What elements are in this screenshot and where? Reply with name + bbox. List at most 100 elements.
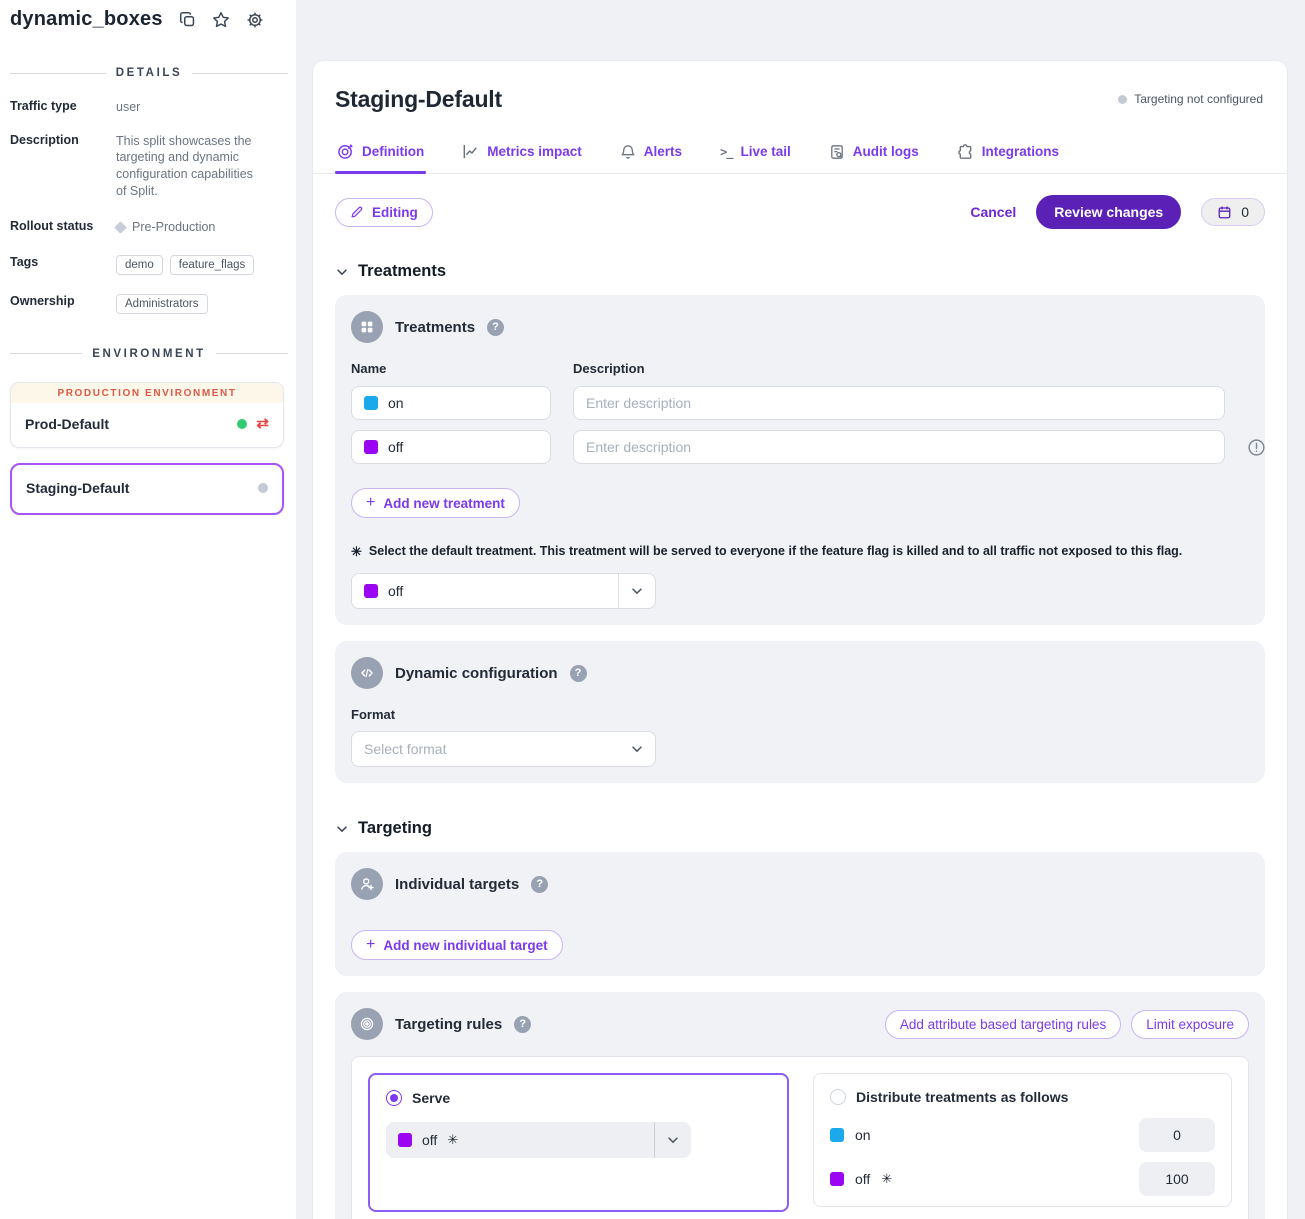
treatment-description-input-off[interactable]	[573, 430, 1225, 464]
rollout-status-label: Rollout status	[10, 219, 116, 236]
details-header: DETAILS	[10, 67, 288, 79]
tab-definition[interactable]: Definition	[335, 139, 426, 173]
treatment-description-input-on[interactable]	[573, 386, 1225, 420]
default-treatment-value: off	[388, 583, 403, 599]
tag-chip: feature_flags	[170, 255, 255, 275]
distribute-treatment-name: off	[855, 1171, 870, 1187]
format-select[interactable]: Select format	[351, 731, 656, 767]
limit-exposure-button[interactable]: Limit exposure	[1131, 1010, 1249, 1039]
add-new-treatment-label: Add new treatment	[383, 496, 505, 511]
code-icon	[351, 657, 383, 689]
default-treatment-select[interactable]: off	[351, 573, 656, 609]
scheduled-changes-button[interactable]: 0	[1201, 198, 1265, 226]
environment-card-prod[interactable]: PRODUCTION ENVIRONMENT Prod-Default ⇄	[10, 382, 284, 448]
treatments-panel: Treatments ? Name Description on off	[335, 295, 1265, 625]
distribute-percentage-input-off[interactable]: 100	[1139, 1162, 1215, 1196]
chevron-down-icon	[335, 822, 349, 836]
dynamic-config-panel: Dynamic configuration ? Format Select fo…	[335, 641, 1265, 783]
default-note-text: Select the default treatment. This treat…	[369, 544, 1182, 558]
dynamic-config-help-icon[interactable]: ?	[570, 665, 587, 682]
distribute-row-off: off ✳ 100	[830, 1162, 1215, 1196]
plus-icon: +	[366, 495, 375, 511]
targeting-section-title: Targeting	[358, 819, 432, 838]
serve-label: Serve	[412, 1090, 450, 1106]
field-description: Description This split showcases the tar…	[10, 133, 288, 200]
individual-targets-help-icon[interactable]: ?	[531, 876, 548, 893]
serve-treatment-select[interactable]: off ✳	[386, 1122, 691, 1158]
details-header-label: DETAILS	[116, 67, 183, 79]
tab-bar: Definition Metrics impact Alerts >_ Live…	[313, 139, 1287, 174]
chevron-down-icon	[630, 742, 644, 756]
serve-option-panel[interactable]: Serve off ✳	[368, 1073, 789, 1212]
add-new-treatment-button[interactable]: + Add new treatment	[351, 488, 520, 518]
treatment-name-input-on[interactable]: on	[351, 386, 551, 420]
description-column-header: Description	[573, 361, 1225, 376]
tags-label: Tags	[10, 255, 116, 275]
format-placeholder: Select format	[364, 741, 446, 757]
add-attribute-rules-button[interactable]: Add attribute based targeting rules	[885, 1010, 1121, 1039]
targeting-section-header[interactable]: Targeting	[335, 819, 1265, 838]
tab-label: Audit logs	[853, 144, 919, 159]
field-tags: Tags demo feature_flags	[10, 255, 288, 275]
environment-card-staging[interactable]: Staging-Default	[10, 463, 284, 515]
swap-arrows-icon[interactable]: ⇄	[256, 416, 269, 431]
distribute-radio[interactable]	[830, 1089, 846, 1105]
editing-label: Editing	[372, 205, 418, 220]
cancel-button[interactable]: Cancel	[970, 204, 1016, 220]
main-panel: Targeting not configured Staging-Default…	[312, 60, 1288, 1219]
distribute-option-panel[interactable]: Distribute treatments as follows on 0 of…	[813, 1073, 1232, 1207]
screen: dynamic_boxes DETAILS Traffic type user …	[0, 0, 1305, 1219]
treatment-name-input-off[interactable]: off	[351, 430, 551, 464]
tab-live-tail[interactable]: >_ Live tail	[718, 139, 793, 173]
editing-button[interactable]: Editing	[335, 198, 433, 227]
add-individual-target-button[interactable]: + Add new individual target	[351, 930, 563, 960]
bell-icon	[620, 144, 636, 160]
treatments-section-header[interactable]: Treatments	[335, 262, 1265, 281]
treatment-color-swatch	[398, 1133, 412, 1147]
tab-metrics-impact[interactable]: Metrics impact	[460, 139, 584, 173]
traffic-type-value: user	[116, 99, 140, 116]
traffic-type-label: Traffic type	[10, 99, 116, 116]
environment-header: ENVIRONMENT	[10, 348, 288, 360]
flag-name-title: dynamic_boxes	[10, 8, 163, 31]
treatment-color-swatch	[364, 440, 378, 454]
plus-icon: +	[366, 937, 375, 953]
name-column-header: Name	[351, 361, 551, 376]
serve-radio[interactable]	[386, 1090, 402, 1106]
copy-icon[interactable]	[179, 11, 196, 28]
tab-audit-logs[interactable]: Audit logs	[827, 139, 921, 173]
star-icon[interactable]	[212, 11, 230, 29]
tab-integrations[interactable]: Integrations	[955, 139, 1061, 173]
targeting-status-dot	[1118, 95, 1127, 104]
tab-label: Live tail	[741, 144, 791, 159]
review-changes-button[interactable]: Review changes	[1036, 195, 1181, 229]
chevron-down-icon	[630, 584, 644, 598]
env-name-prod: Prod-Default	[25, 416, 109, 432]
description-value: This split showcases the targeting and d…	[116, 133, 264, 200]
treatment-color-swatch	[830, 1172, 844, 1186]
tab-label: Metrics impact	[487, 144, 582, 159]
target-icon	[351, 1008, 383, 1040]
individual-targets-panel: Individual targets ? + Add new individua…	[335, 852, 1265, 976]
rollout-status-diamond-icon	[114, 221, 127, 234]
dynamic-config-title: Dynamic configuration	[395, 665, 558, 682]
environment-header-label: ENVIRONMENT	[92, 348, 206, 360]
treatment-color-swatch	[830, 1128, 844, 1142]
chevron-down-icon	[335, 265, 349, 279]
tab-label: Definition	[362, 144, 424, 159]
chevron-down-icon	[666, 1133, 680, 1147]
targeting-rules-help-icon[interactable]: ?	[514, 1016, 531, 1033]
info-icon[interactable]	[1247, 438, 1266, 457]
env-status-dot-gray	[258, 483, 268, 493]
default-marker-icon: ✳	[447, 1132, 458, 1148]
distribute-treatment-name: on	[855, 1127, 871, 1143]
gear-icon[interactable]	[246, 11, 264, 29]
treatments-help-icon[interactable]: ?	[487, 319, 504, 336]
targeting-status: Targeting not configured	[1118, 92, 1263, 106]
targeting-rules-title: Targeting rules	[395, 1016, 502, 1033]
tab-alerts[interactable]: Alerts	[618, 139, 684, 173]
default-marker-icon: ✳	[881, 1171, 892, 1187]
field-ownership: Ownership Administrators	[10, 294, 288, 314]
calendar-icon	[1217, 205, 1232, 220]
distribute-percentage-input-on[interactable]: 0	[1139, 1118, 1215, 1152]
